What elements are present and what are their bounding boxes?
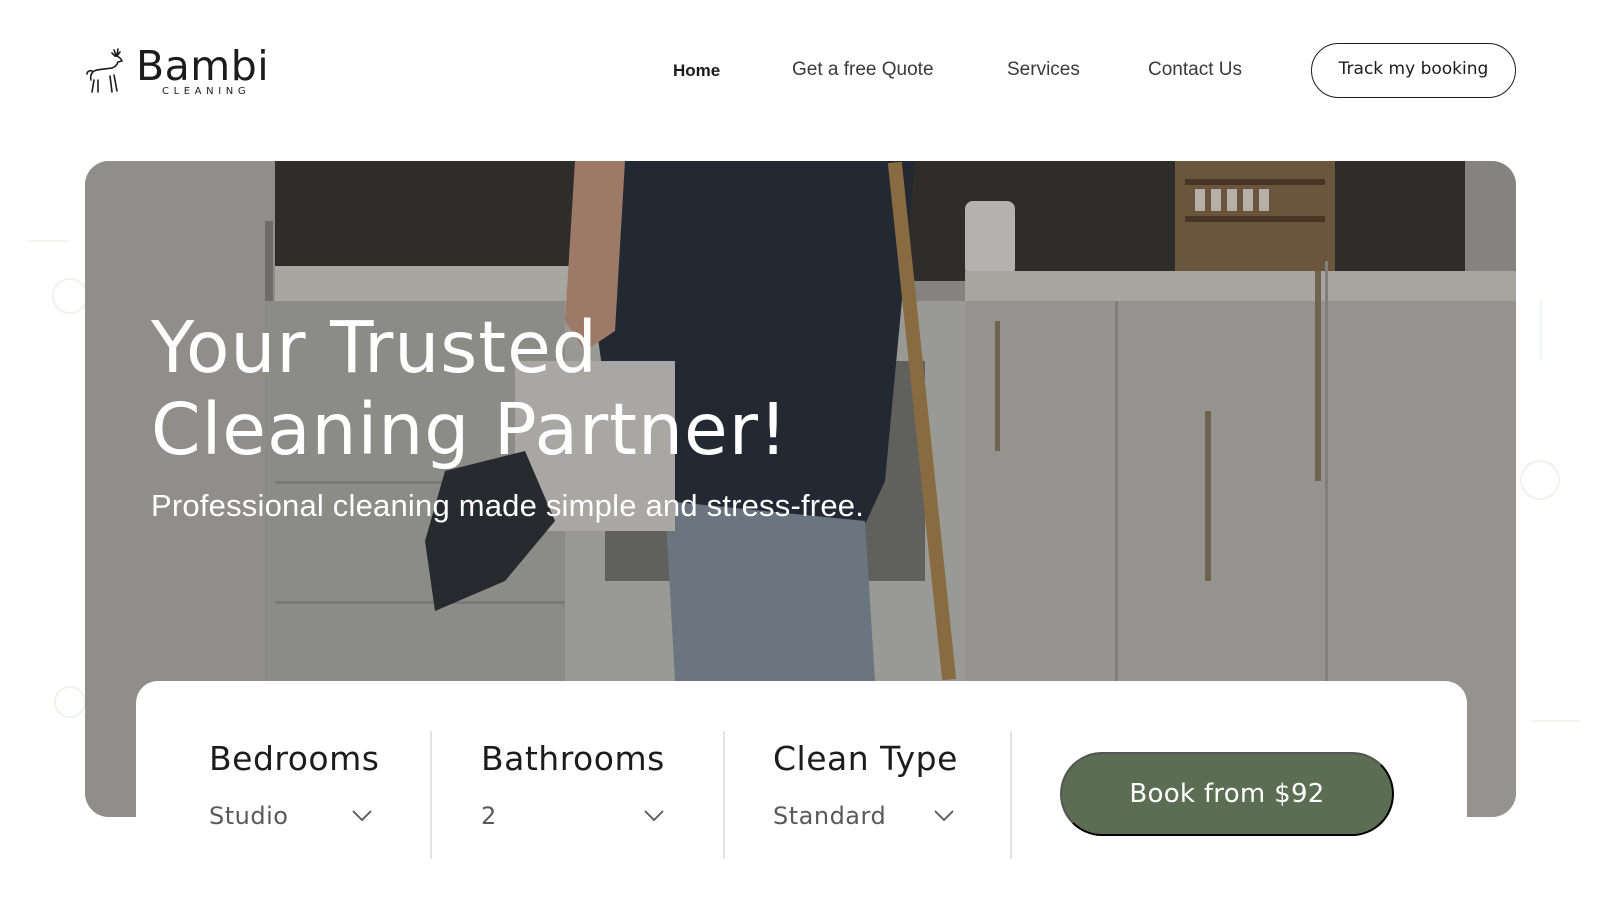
brand-name: Bambi: [136, 42, 270, 90]
site-header: Bambi CLEANING Home Get a free Quote Ser…: [0, 0, 1600, 140]
book-button[interactable]: Book from $92: [1060, 752, 1394, 836]
bedrooms-value: Studio: [209, 802, 289, 830]
nav-home[interactable]: Home: [673, 61, 720, 81]
clean-type-select[interactable]: Standard: [773, 799, 958, 833]
brand-logo[interactable]: Bambi CLEANING: [84, 42, 284, 100]
booking-form: Bedrooms Studio Bathrooms 2 Clean Type S…: [136, 681, 1467, 901]
bedrooms-field: Bedrooms Studio: [209, 739, 380, 830]
hero-subtitle: Professional cleaning made simple and st…: [151, 488, 865, 523]
field-divider: [1010, 731, 1012, 859]
bedrooms-select[interactable]: Studio: [209, 799, 377, 833]
nav-get-free-quote[interactable]: Get a free Quote: [792, 59, 934, 81]
chevron-down-icon: [644, 810, 664, 822]
field-divider: [723, 731, 725, 859]
hero-title-line2: Cleaning Partner!: [151, 388, 789, 471]
brand-tagline: CLEANING: [162, 86, 251, 97]
chevron-down-icon: [934, 810, 954, 822]
hero-title-line1: Your Trusted: [151, 306, 598, 389]
bathrooms-label: Bathrooms: [481, 739, 665, 778]
bathrooms-value: 2: [481, 802, 497, 830]
clean-type-value: Standard: [773, 802, 887, 830]
bathrooms-select[interactable]: 2: [481, 799, 671, 833]
bathrooms-field: Bathrooms 2: [481, 739, 665, 830]
hero-title: Your Trusted Cleaning Partner!: [151, 307, 1051, 471]
bedrooms-label: Bedrooms: [209, 739, 380, 778]
nav-services[interactable]: Services: [1007, 59, 1080, 81]
clean-type-label: Clean Type: [773, 739, 958, 778]
deer-icon: [86, 48, 123, 93]
track-booking-button[interactable]: Track my booking: [1311, 43, 1516, 98]
field-divider: [430, 731, 432, 859]
chevron-down-icon: [352, 810, 372, 822]
nav-contact-us[interactable]: Contact Us: [1148, 59, 1242, 81]
clean-type-field: Clean Type Standard: [773, 739, 958, 830]
